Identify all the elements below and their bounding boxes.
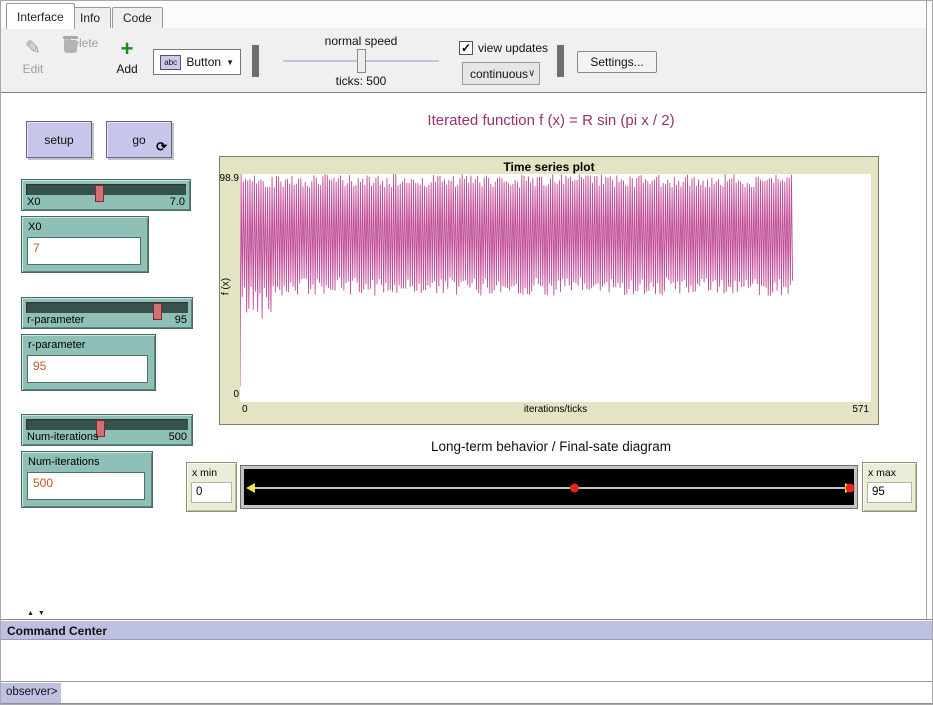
view-updates-checkbox[interactable]: ✓	[459, 41, 473, 55]
plot-area	[240, 174, 871, 402]
command-center-title: Command Center	[1, 621, 933, 640]
monitor-x-max-value: 95	[867, 482, 912, 503]
monitor-x-max-label: x max	[868, 467, 896, 479]
slider-x0-track[interactable]	[26, 184, 186, 195]
plot-title: Time series plot	[220, 160, 878, 174]
monitor-x-min-label: x min	[192, 467, 217, 479]
speed-label: normal speed	[279, 34, 443, 48]
dropdown-arrow-icon: ▼	[226, 58, 234, 67]
tab-bar: Interface Info Code	[1, 1, 926, 28]
plot-ymin-label: 0	[218, 389, 239, 400]
input-r-parameter-label: r-parameter	[28, 339, 85, 351]
command-center-output	[1, 640, 933, 682]
slider-num-iterations-track[interactable]	[26, 419, 188, 430]
plot-ymax-label: 98.9	[218, 173, 239, 184]
input-r-parameter-field[interactable]: 95	[27, 355, 148, 383]
tab-interface[interactable]: Interface	[6, 3, 75, 29]
model-title: Iterated function f (x) = R sin (pi x / …	[251, 112, 851, 129]
axis-arrow-left-icon	[246, 483, 255, 493]
slider-num-iterations-label: Num-iterations	[27, 431, 99, 443]
add-label: Add	[116, 62, 137, 76]
monitor-x-min: x min 0	[186, 462, 237, 512]
slider-r-parameter: r-parameter 95	[21, 297, 193, 329]
speed-slider-thumb[interactable]	[357, 49, 366, 73]
slider-x0-label: X0	[27, 196, 40, 208]
plus-icon: +	[109, 36, 145, 62]
plot-xmax-label: 571	[852, 404, 869, 415]
monitor-x-max: x max 95	[862, 462, 917, 512]
slider-r-parameter-track[interactable]	[26, 302, 188, 313]
setup-button[interactable]: setup	[26, 121, 92, 158]
plot-yaxis-label: f (x)	[221, 262, 232, 312]
plot-xaxis-label: iterations/ticks	[240, 404, 871, 415]
world-view-canvas	[245, 470, 855, 506]
view-updates-label: view updates	[478, 41, 548, 55]
slider-num-iterations: Num-iterations 500	[21, 414, 193, 446]
setup-label: setup	[44, 133, 73, 147]
command-input[interactable]	[61, 683, 933, 703]
slider-num-iterations-value: 500	[169, 431, 187, 443]
input-x0-field[interactable]: 7	[27, 237, 141, 265]
slider-x0: X0 7.0	[21, 179, 191, 211]
window-right-strip	[927, 1, 933, 619]
longterm-caption: Long-term behavior / Final-sate diagram	[276, 439, 826, 454]
monitor-x-min-value: 0	[191, 482, 232, 503]
world-view[interactable]	[240, 465, 858, 509]
input-num-iterations: Num-iterations 500	[21, 451, 153, 508]
widget-type-dropdown[interactable]: abc Button ▼	[153, 49, 241, 75]
add-button[interactable]: + Add	[109, 36, 145, 84]
input-x0-label: X0	[28, 221, 41, 233]
slider-x0-value: 7.0	[170, 196, 185, 208]
input-num-iterations-label: Num-iterations	[28, 456, 100, 468]
timeseries-line	[240, 174, 793, 386]
go-label: go	[132, 133, 145, 147]
tab-info[interactable]: Info	[69, 7, 111, 28]
slider-r-parameter-value: 95	[175, 314, 187, 326]
command-center: Command Center observer>	[1, 619, 933, 705]
turtle-dot[interactable]	[570, 484, 579, 493]
plot-canvas	[240, 174, 871, 402]
turtle-dot[interactable]	[846, 484, 855, 493]
widget-type-icon: abc	[160, 55, 181, 70]
command-center-splitter[interactable]: ▲▼	[27, 610, 49, 617]
time-series-plot: Time series plot 98.9 0 f (x) 0 iteratio…	[219, 156, 879, 425]
toolbar-separator	[252, 45, 259, 77]
toolbar-separator	[557, 45, 564, 77]
netlogo-window: Interface Info Code ✎ Edit Delete + Add …	[0, 0, 933, 705]
settings-button[interactable]: Settings...	[577, 51, 657, 73]
slider-r-parameter-label: r-parameter	[27, 314, 84, 326]
go-button[interactable]: go ⟳	[106, 121, 172, 158]
ticks-counter: ticks: 500	[279, 74, 443, 88]
forever-icon: ⟳	[156, 139, 167, 155]
input-r-parameter: r-parameter 95	[21, 334, 156, 391]
chevron-down-icon: ∨	[528, 68, 535, 79]
input-x0: X0 7	[21, 216, 149, 273]
toolbar: ✎ Edit Delete + Add abc Button ▼ normal …	[1, 28, 926, 93]
delete-button[interactable]: Delete	[59, 36, 103, 84]
observer-prompt: observer>	[1, 683, 61, 703]
edit-label: Edit	[23, 62, 44, 76]
edit-button[interactable]: ✎ Edit	[13, 36, 53, 84]
input-num-iterations-field[interactable]: 500	[27, 472, 145, 500]
update-mode-selected: continuous	[470, 67, 528, 81]
pencil-icon: ✎	[13, 36, 53, 62]
tab-code[interactable]: Code	[112, 7, 163, 28]
update-mode-dropdown[interactable]: continuous ∨	[462, 62, 540, 85]
widget-type-selected: Button	[186, 55, 221, 69]
